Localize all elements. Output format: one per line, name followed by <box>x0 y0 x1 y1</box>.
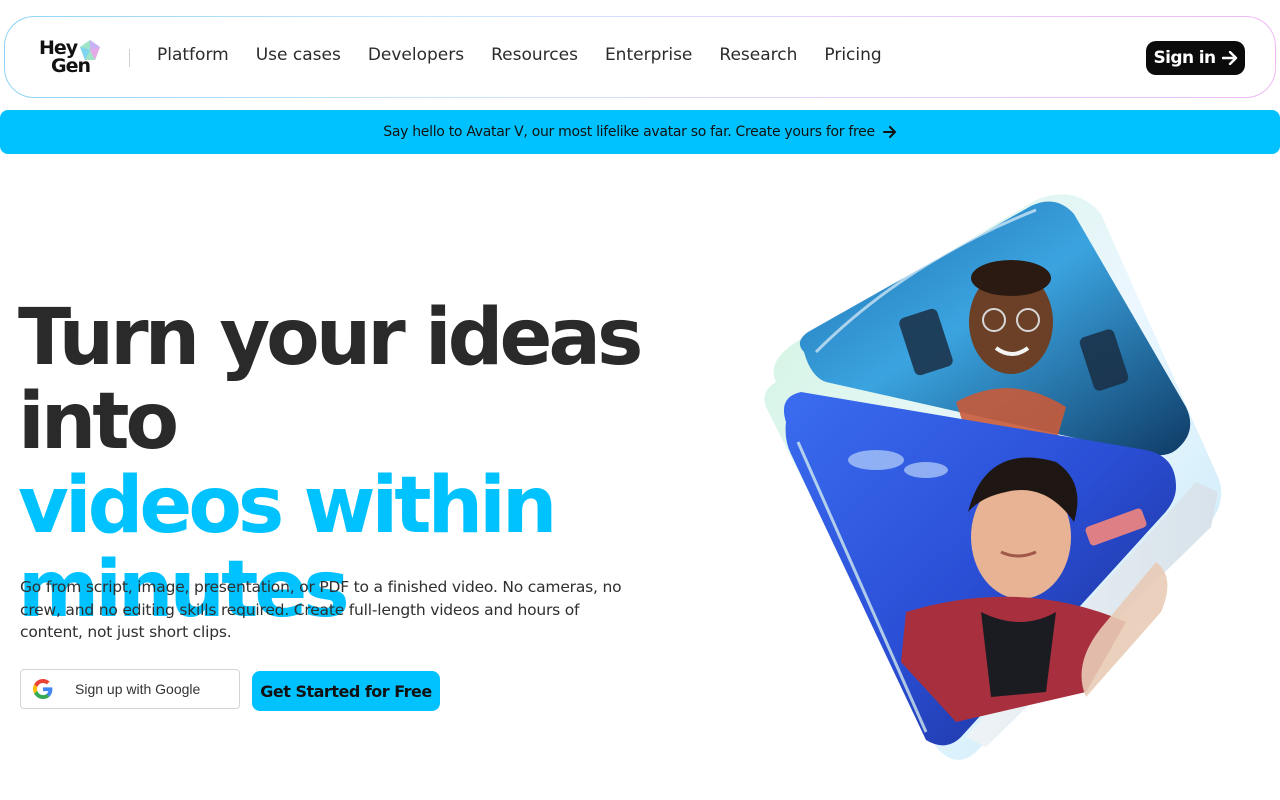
nav-item-use-cases[interactable]: Use cases <box>256 45 341 65</box>
banner-text: Say hello to Avatar V, our most lifelike… <box>383 124 875 140</box>
sign-in-label: Sign in <box>1153 48 1217 68</box>
nav-item-research[interactable]: Research <box>719 45 797 65</box>
announcement-banner[interactable]: Say hello to Avatar V, our most lifelike… <box>0 110 1280 154</box>
studio-light-left <box>848 450 904 470</box>
nav-item-developers[interactable]: Developers <box>368 45 464 65</box>
avatar-2-tshirt <box>981 612 1056 697</box>
studio-light-mid <box>904 462 948 478</box>
sign-in-button[interactable]: Sign in <box>1146 41 1245 75</box>
nav-item-pricing[interactable]: Pricing <box>824 45 881 65</box>
nav-item-enterprise[interactable]: Enterprise <box>605 45 692 65</box>
google-icon <box>33 679 53 699</box>
hero-title-line-1: Turn your ideas into <box>18 293 643 467</box>
get-started-button[interactable]: Get Started for Free <box>252 671 440 711</box>
nav-item-platform[interactable]: Platform <box>157 45 229 65</box>
nav-divider <box>129 49 130 67</box>
arrow-right-icon <box>1221 51 1237 65</box>
avatar-cube-illustration <box>764 194 1222 760</box>
nav-links: Platform Use cases Developers Resources … <box>157 45 909 65</box>
avatar-1-hair <box>971 260 1051 296</box>
arrow-right-icon <box>882 126 896 138</box>
hero-title-line-2: videos within <box>18 461 557 551</box>
google-signup-label: Sign up with Google <box>75 681 201 697</box>
heygen-logo[interactable]: Hey Gen <box>39 39 107 79</box>
top-nav: Hey Gen Platform Use cases Developers Re… <box>4 16 1276 98</box>
google-signup-button[interactable]: Sign up with Google <box>20 669 240 709</box>
nav-item-resources[interactable]: Resources <box>491 45 578 65</box>
hero-subtitle: Go from script, image, presentation, or … <box>20 578 622 641</box>
heygen-logo-icon <box>80 40 100 60</box>
